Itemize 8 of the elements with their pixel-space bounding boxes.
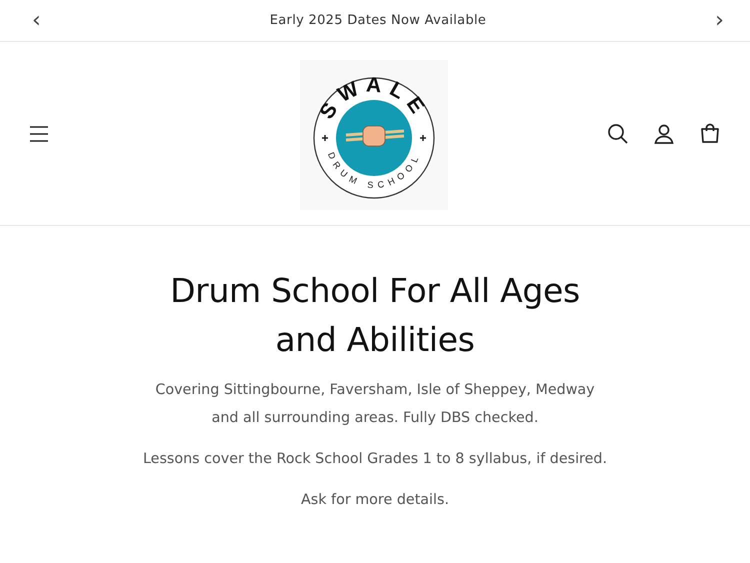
hero-paragraph: Ask for more details. <box>300 491 450 510</box>
fist-drumsticks-drawing <box>344 125 406 146</box>
hero-paragraph: Lessons cover the Rock School Grades 1 to 8 syllabus, if desired. <box>142 450 608 469</box>
hero-heading: Drum School For All Ages and Abilities <box>169 270 581 361</box>
announcement-text: Early 2025 Dates Now Available <box>270 13 486 28</box>
previous-button[interactable]: ‹ <box>28 10 45 32</box>
hero-paragraph: Covering Sittingbourne, Faversham, Isle of Sheppey, Medway and all surrounding areas. Fully DBS checked. <box>154 381 596 428</box>
next-button[interactable]: › <box>711 10 728 32</box>
